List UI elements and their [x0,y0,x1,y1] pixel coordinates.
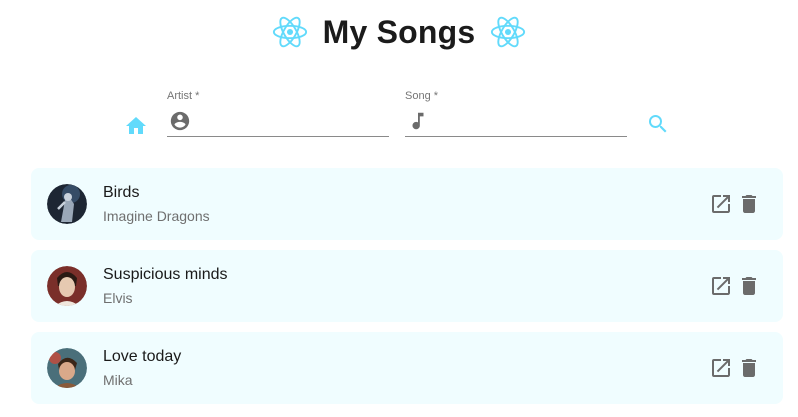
header: My Songs [0,8,798,56]
song-title: Love today [103,348,182,365]
page: My Songs Artist * Song * Birds Imagine D… [0,0,798,417]
song-field[interactable]: Song * [405,90,627,138]
avatar [47,266,87,306]
react-atom-icon [271,13,309,51]
page-title: My Songs [322,13,476,50]
account-circle-icon [169,110,191,132]
song-artist: Mika [103,372,133,388]
music-note-icon [407,110,429,132]
open-in-new-icon[interactable] [709,274,733,298]
trash-icon[interactable] [737,356,761,380]
song-item: Suspicious minds Elvis [31,250,783,322]
song-title: Suspicious minds [103,266,228,283]
trash-icon[interactable] [737,274,761,298]
search-icon[interactable] [646,112,670,136]
artist-input[interactable] [195,110,385,132]
artist-field[interactable]: Artist * [167,90,389,138]
trash-icon[interactable] [737,192,761,216]
song-title: Birds [103,184,140,201]
home-icon[interactable] [124,114,148,138]
avatar [47,184,87,224]
song-artist: Imagine Dragons [103,208,210,224]
artist-field-label: Artist * [167,90,200,102]
avatar [47,348,87,388]
artist-field-underline [167,136,389,137]
search-bar: Artist * Song * [0,86,798,146]
open-in-new-icon[interactable] [709,356,733,380]
song-input[interactable] [433,110,623,132]
react-atom-icon [489,13,527,51]
song-field-label: Song * [405,90,439,102]
open-in-new-icon[interactable] [709,192,733,216]
song-item: Love today Mika [31,332,783,404]
song-item: Birds Imagine Dragons [31,168,783,240]
song-artist: Elvis [103,290,133,306]
song-field-underline [405,136,627,137]
